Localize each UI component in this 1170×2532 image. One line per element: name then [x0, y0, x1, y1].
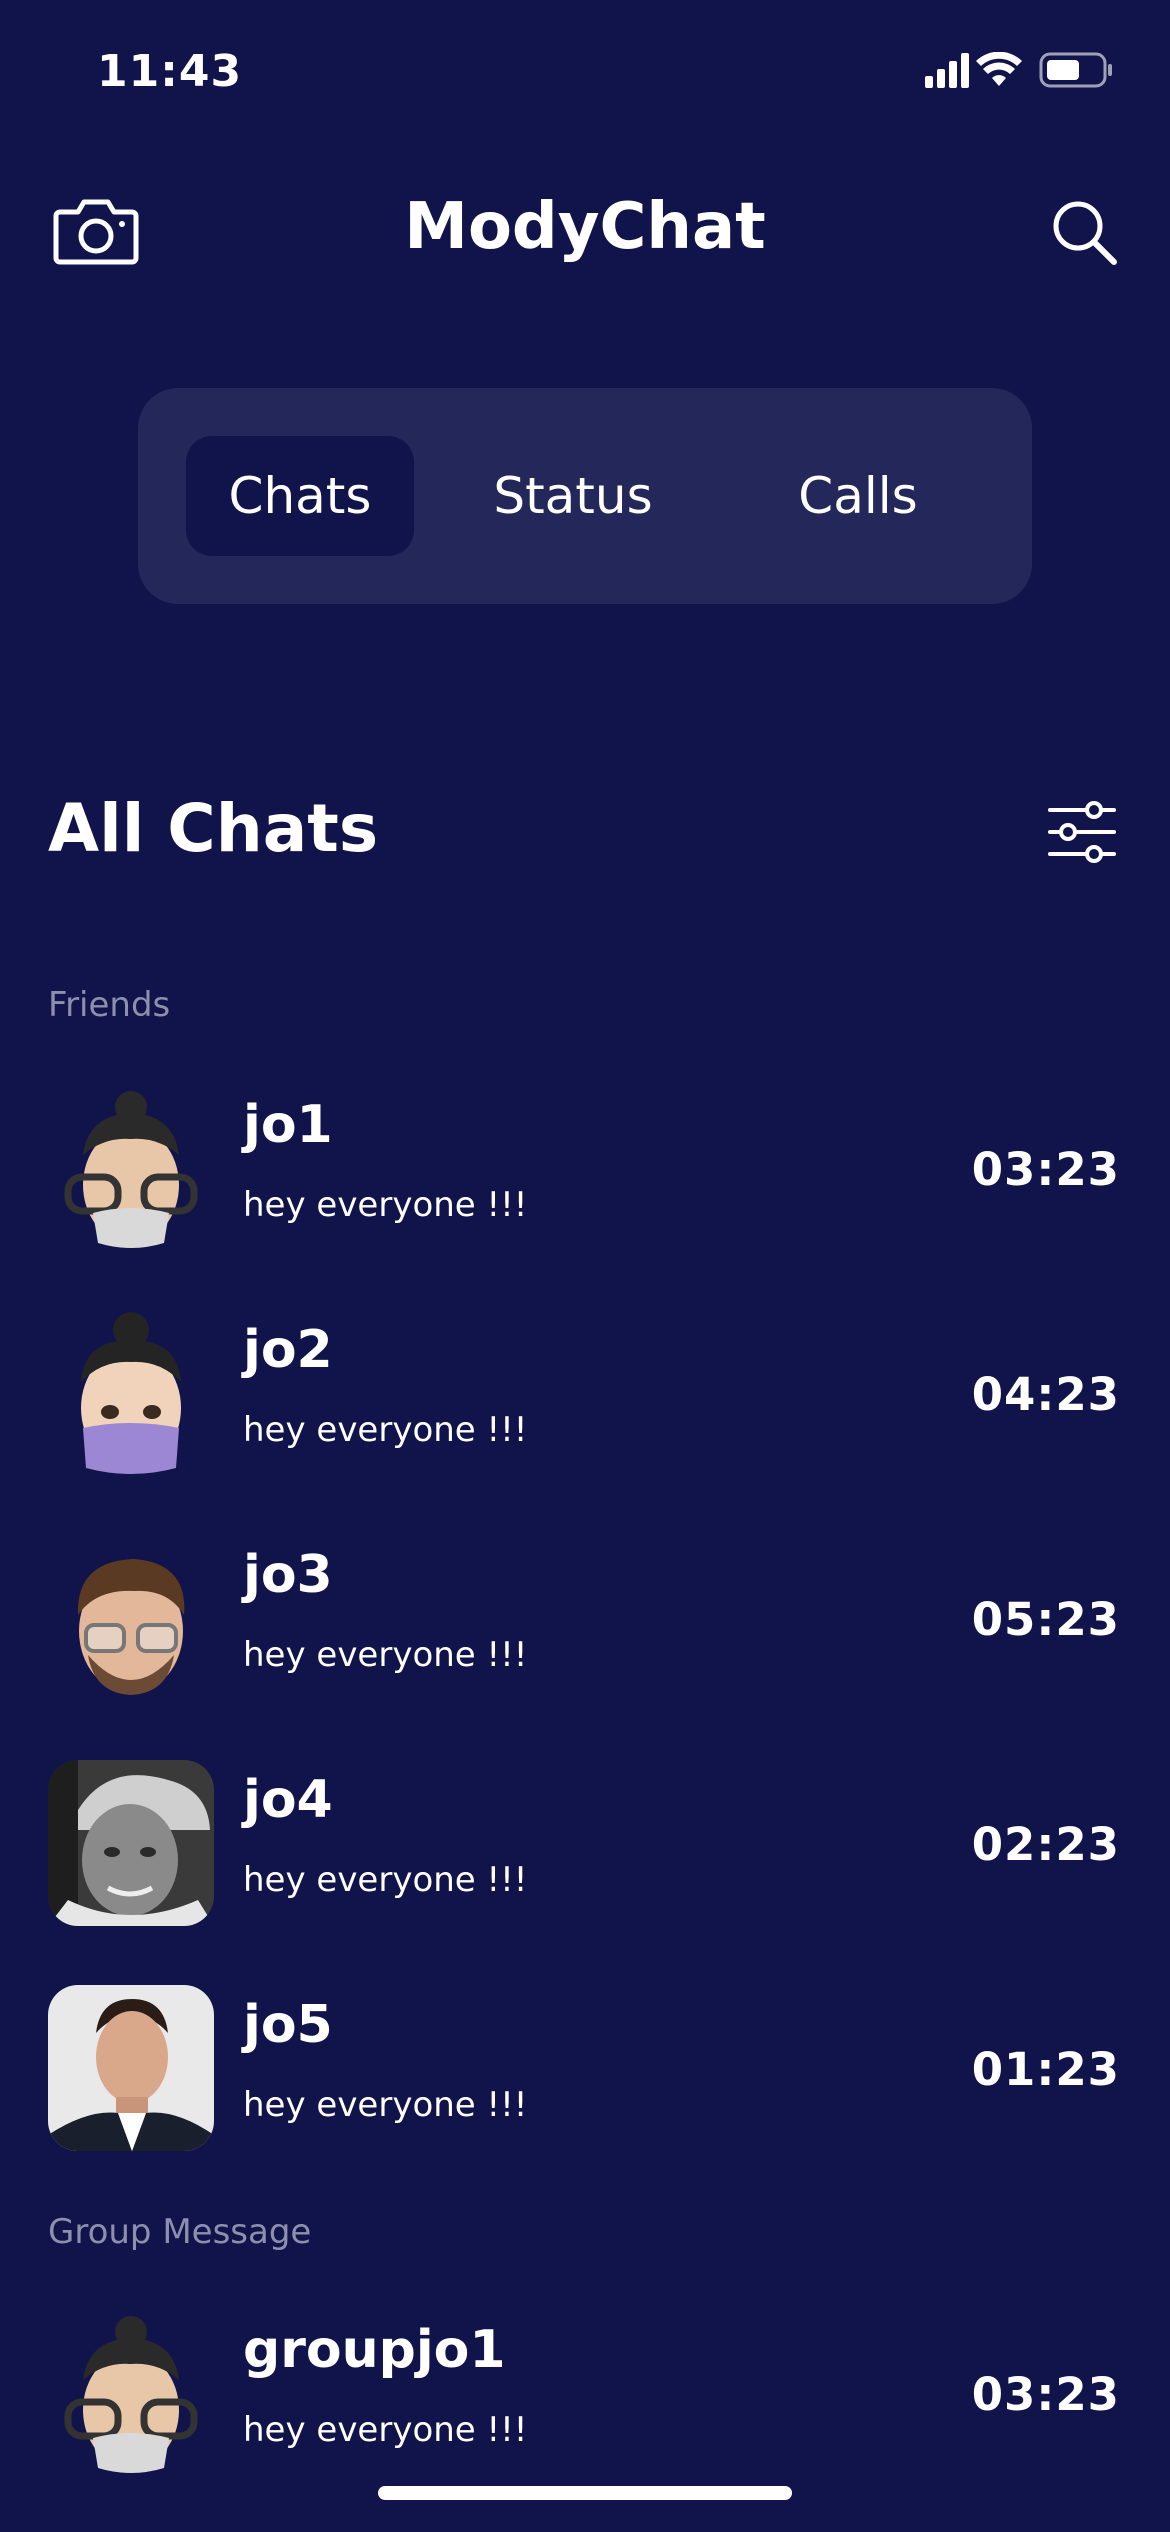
chat-last-message: hey everyone !!! [243, 2085, 528, 2125]
chat-time: 03:23 [971, 1143, 1120, 1196]
sliders-icon [1048, 801, 1116, 863]
battery-icon [1039, 52, 1112, 88]
avatar [48, 1310, 214, 1476]
chat-last-message: hey everyone !!! [243, 1860, 528, 1900]
chat-time: 05:23 [971, 1593, 1120, 1646]
chat-row[interactable]: jo4 hey everyone !!! 02:23 [0, 1760, 1170, 1940]
chat-row[interactable]: jo2 hey everyone !!! 04:23 [0, 1310, 1170, 1490]
avatar [48, 1535, 214, 1701]
chat-name: jo4 [243, 1770, 333, 1830]
avatar [48, 1760, 214, 1926]
chat-last-message: hey everyone !!! [243, 1635, 528, 1675]
search-button[interactable] [1048, 196, 1120, 268]
chat-name: jo2 [243, 1320, 333, 1380]
tab-bar: Chats Status Calls [138, 388, 1032, 604]
chat-time: 04:23 [971, 1368, 1120, 1421]
filter-button[interactable] [1046, 800, 1118, 864]
chat-time: 02:23 [971, 1818, 1120, 1871]
chat-time: 01:23 [971, 2043, 1120, 2096]
group-message-label: Group Message [48, 2212, 312, 2252]
chat-last-message: hey everyone !!! [243, 1185, 528, 1225]
chat-last-message: hey everyone !!! [243, 1410, 528, 1450]
chat-name: jo5 [243, 1995, 333, 2055]
home-indicator[interactable] [378, 2486, 792, 2500]
chat-last-message: hey everyone !!! [243, 2410, 528, 2450]
tab-status[interactable]: Status [460, 436, 686, 556]
avatar [48, 1085, 214, 1251]
search-icon [1053, 201, 1117, 265]
avatar [48, 2310, 214, 2476]
tab-calls[interactable]: Calls [732, 436, 984, 556]
wifi-icon [976, 52, 1022, 86]
chat-name: jo3 [243, 1545, 333, 1605]
group-chat-row[interactable]: groupjo1 hey everyone !!! 03:23 [0, 2310, 1170, 2490]
friends-label: Friends [48, 985, 171, 1025]
chat-row[interactable]: jo5 hey everyone !!! 01:23 [0, 1985, 1170, 2165]
chat-row[interactable]: jo3 hey everyone !!! 05:23 [0, 1535, 1170, 1715]
chat-row[interactable]: jo1 hey everyone !!! 03:23 [0, 1085, 1170, 1265]
avatar [48, 1985, 214, 2151]
status-time: 11:43 [97, 46, 243, 97]
chat-list-screen: 11:43 ModyChat Chats Status Calls All Ch… [0, 0, 1170, 2532]
cellular-signal-icon [925, 53, 969, 88]
section-title: All Chats [48, 790, 379, 867]
chat-time: 03:23 [971, 2368, 1120, 2421]
chat-name: groupjo1 [243, 2320, 506, 2380]
app-title: ModyChat [404, 190, 766, 264]
chat-name: jo1 [243, 1095, 333, 1155]
tab-chats[interactable]: Chats [186, 436, 414, 556]
